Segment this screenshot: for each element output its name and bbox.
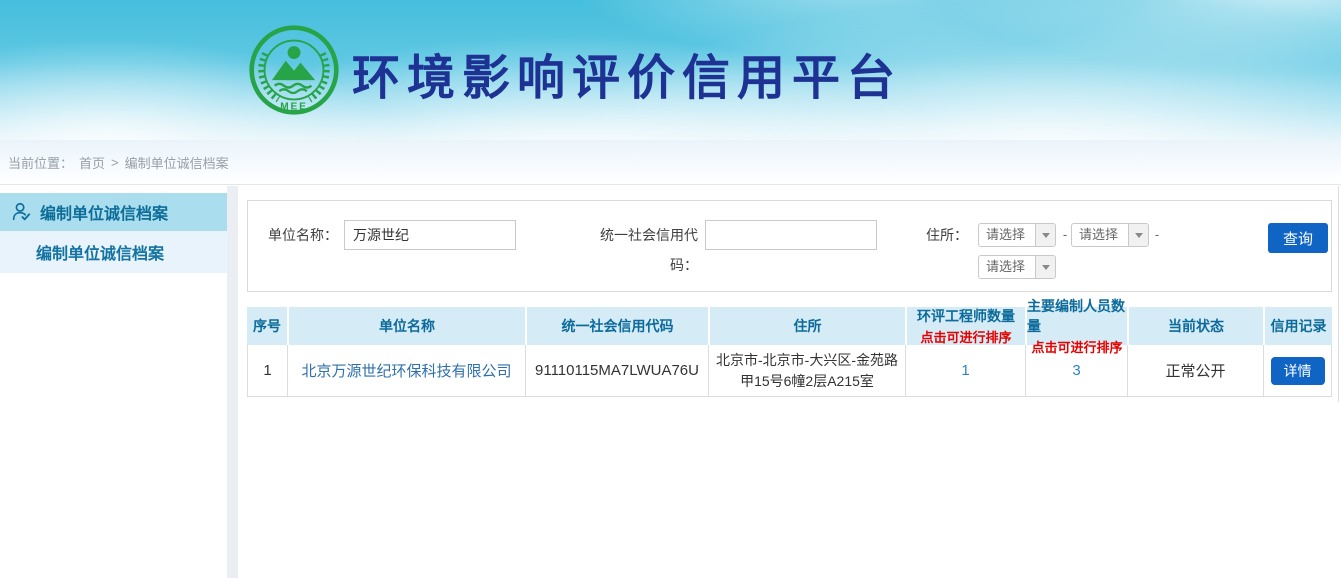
city-select-value: 请选择 — [1072, 224, 1128, 246]
user-check-icon — [10, 201, 32, 223]
chevron-down-icon[interactable] — [1035, 224, 1055, 246]
site-title: 环境影响评价信用平台 — [352, 38, 902, 108]
header-credit-record: 信用记录 — [1263, 307, 1332, 345]
row-credit-record: 详情 — [1263, 345, 1332, 396]
address-dash: - — [1152, 223, 1162, 247]
breadcrumb-prefix: 当前位置： — [8, 153, 73, 172]
row-index: 1 — [247, 345, 287, 396]
breadcrumb: 当前位置： 首页 > 编制单位诚信档案 — [0, 140, 1341, 185]
staff-count-link[interactable]: 3 — [1072, 362, 1080, 379]
content-right-border — [1338, 186, 1339, 402]
province-select-value: 请选择 — [979, 224, 1035, 246]
sidebar-item-archive[interactable]: 编制单位诚信档案 — [0, 231, 227, 273]
page: MEE 环境影响评价信用平台 当前位置： 首页 > 编制单位诚信档案 编制单位诚… — [0, 0, 1341, 578]
header-company: 单位名称 — [287, 307, 525, 345]
header-staff-count-sortable[interactable]: 主要编制人员数量 点击可进行排序 — [1025, 307, 1127, 345]
row-staff-count: 3 — [1025, 345, 1127, 396]
table-header-row: 序号 单位名称 统一社会信用代码 住所 环评工程师数量 点击可进行排序 主要编制… — [247, 307, 1332, 345]
header-credit-code: 统一社会信用代码 — [525, 307, 708, 345]
sidebar-item-label: 编制单位诚信档案 — [40, 200, 168, 224]
breadcrumb-current: 编制单位诚信档案 — [125, 153, 229, 172]
sidebar-divider — [227, 186, 238, 578]
chevron-down-icon[interactable] — [1128, 224, 1148, 246]
header-index: 序号 — [247, 307, 287, 345]
logo-text: MEE — [280, 102, 307, 113]
detail-button[interactable]: 详情 — [1271, 357, 1325, 385]
district-select-value: 请选择 — [979, 256, 1035, 278]
address-dash: - — [1060, 223, 1070, 247]
row-credit-code: 91110115MA7LWUA76U — [525, 345, 708, 396]
district-select[interactable]: 请选择 — [978, 255, 1056, 279]
credit-code-label: 统一社会信用代码： — [578, 220, 698, 250]
header-status: 当前状态 — [1127, 307, 1263, 345]
sidebar-item-label: 编制单位诚信档案 — [36, 240, 164, 264]
breadcrumb-separator: > — [111, 155, 119, 170]
header-address: 住所 — [708, 307, 905, 345]
header-banner: MEE 环境影响评价信用平台 — [0, 0, 1341, 140]
engineer-count-link[interactable]: 1 — [961, 362, 969, 379]
company-name-input[interactable] — [344, 220, 516, 250]
header-engineer-count-sortable[interactable]: 环评工程师数量 点击可进行排序 — [905, 307, 1025, 345]
search-panel: 单位名称： 统一社会信用代码： 住所： 请选择 - 请选择 - 请选择 查询 — [247, 200, 1332, 292]
company-name-label: 单位名称： — [248, 220, 338, 250]
sort-hint[interactable]: 点击可进行排序 — [920, 327, 1011, 346]
city-select[interactable]: 请选择 — [1071, 223, 1149, 247]
company-link[interactable]: 北京万源世纪环保科技有限公司 — [301, 360, 511, 381]
province-select[interactable]: 请选择 — [978, 223, 1056, 247]
table-row: 1 北京万源世纪环保科技有限公司 91110115MA7LWUA76U 北京市-… — [247, 345, 1332, 397]
query-button[interactable]: 查询 — [1268, 223, 1328, 253]
sidebar-item-archive-group[interactable]: 编制单位诚信档案 — [0, 193, 227, 231]
row-status: 正常公开 — [1127, 345, 1263, 396]
results-table: 序号 单位名称 统一社会信用代码 住所 环评工程师数量 点击可进行排序 主要编制… — [247, 307, 1332, 397]
credit-code-input[interactable] — [705, 220, 877, 250]
row-company: 北京万源世纪环保科技有限公司 — [287, 345, 525, 396]
row-engineer-count: 1 — [905, 345, 1025, 396]
chevron-down-icon[interactable] — [1035, 256, 1055, 278]
breadcrumb-home-link[interactable]: 首页 — [79, 153, 105, 172]
row-address: 北京市-北京市-大兴区-金苑路甲15号6幢2层A215室 — [708, 345, 905, 396]
mee-logo-icon: MEE — [248, 24, 340, 116]
address-label: 住所： — [896, 220, 968, 250]
